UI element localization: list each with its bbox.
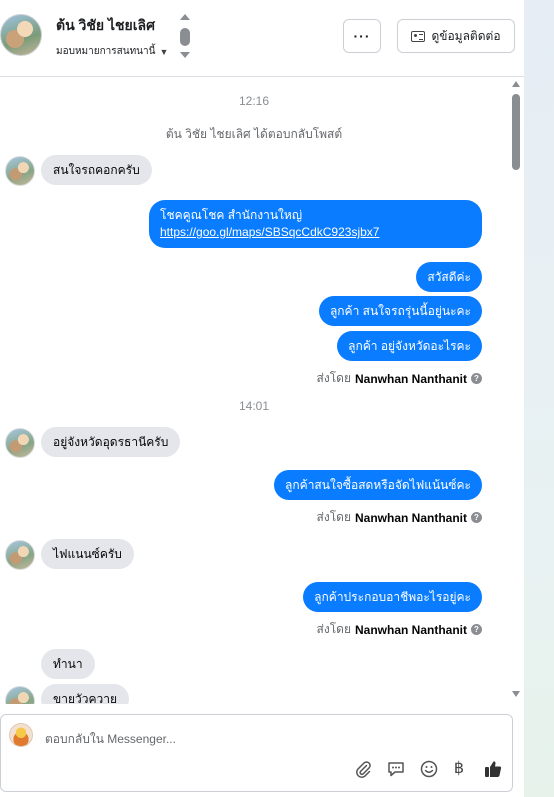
sent-by-name: Nanwhan Nanthanit xyxy=(354,622,467,637)
sender-avatar[interactable] xyxy=(5,156,35,186)
scroll-down-icon[interactable] xyxy=(512,691,520,697)
outgoing-message[interactable]: สวัสดีค่ะ xyxy=(416,262,482,292)
message-thread[interactable]: 12:16 ต้น วิชัย ไชยเลิศ ได้ตอบกลับโพสต์ … xyxy=(0,77,508,704)
outgoing-message[interactable]: ลูกค้า อยู่จังหวัดอะไรคะ xyxy=(337,331,482,361)
baht-icon[interactable]: ฿ xyxy=(449,759,469,779)
contact-name[interactable]: ต้น วิชัย ไชยเลิศ xyxy=(56,15,155,37)
timestamp: 12:16 xyxy=(238,94,270,108)
conversation-header: ต้น วิชัย ไชยเลิศ มอบหมายการสนทนานี้ ▼ ·… xyxy=(0,0,524,77)
sent-by-label: ส่งโดย Nanwhan Nanthanit ? xyxy=(317,369,482,388)
paperclip-icon[interactable] xyxy=(353,759,373,779)
outgoing-message[interactable]: ลูกค้าสนใจซื้อสดหรือจัดไฟแน้นซ์คะ xyxy=(274,470,482,500)
contact-avatar[interactable] xyxy=(0,14,42,56)
view-contact-label: ดูข้อมูลติดต่อ xyxy=(431,28,501,43)
toggle-handle-icon xyxy=(180,28,190,46)
sender-avatar[interactable] xyxy=(5,686,35,704)
outgoing-message[interactable]: ลูกค้าประกอบอาชีพอะไรอยู่คะ xyxy=(303,582,482,612)
chat-icon[interactable] xyxy=(386,759,406,779)
conversation-nav-toggle[interactable] xyxy=(178,14,192,60)
incoming-message[interactable]: ขายวัวควาย xyxy=(41,684,129,704)
timestamp: 14:01 xyxy=(238,399,270,413)
outgoing-message-link[interactable]: โชคคูณโชค สำนักงานใหญ่ https://goo.gl/ma… xyxy=(149,200,482,248)
more-options-button[interactable]: ··· xyxy=(343,19,381,53)
more-dots-icon: ··· xyxy=(353,28,371,44)
background-strip xyxy=(524,0,554,797)
sent-by-label: ส่งโดย Nanwhan Nanthanit ? xyxy=(317,620,482,639)
sent-by-label: ส่งโดย Nanwhan Nanthanit ? xyxy=(317,508,482,527)
message-composer[interactable]: ตอบกลับใน Messenger... ฿ xyxy=(0,714,513,792)
view-contact-button[interactable]: ดูข้อมูลติดต่อ xyxy=(397,19,515,53)
incoming-message[interactable]: อยู่จังหวัดอุดรธานีครับ xyxy=(41,427,181,457)
arrow-down-icon[interactable] xyxy=(180,52,190,58)
map-link[interactable]: https://goo.gl/maps/SBSqcCdkC923sjbx7 xyxy=(160,225,379,239)
page-avatar xyxy=(9,723,33,747)
assign-conversation-dropdown[interactable]: มอบหมายการสนทนานี้ ▼ xyxy=(56,44,168,59)
help-icon[interactable]: ? xyxy=(471,512,482,523)
contact-card-icon xyxy=(411,30,426,42)
conversation-panel: ต้น วิชัย ไชยเลิศ มอบหมายการสนทนานี้ ▼ ·… xyxy=(0,0,524,797)
sender-avatar[interactable] xyxy=(5,540,35,570)
caret-down-icon: ▼ xyxy=(159,46,169,57)
scroll-up-icon[interactable] xyxy=(512,81,520,87)
arrow-up-icon[interactable] xyxy=(180,14,190,20)
reply-input[interactable]: ตอบกลับใน Messenger... xyxy=(45,730,176,749)
thumbs-up-icon[interactable] xyxy=(483,759,503,779)
assign-label: มอบหมายการสนทนานี้ xyxy=(56,46,156,57)
location-name: โชคคูณโชค สำนักงานใหญ่ xyxy=(160,208,303,222)
help-icon[interactable]: ? xyxy=(471,373,482,384)
incoming-message[interactable]: ไฟแนนซ์ครับ xyxy=(41,539,134,569)
incoming-message[interactable]: สนใจรถคอกครับ xyxy=(41,155,152,185)
scrollbar-thumb[interactable] xyxy=(512,94,520,170)
thread-scrollbar[interactable] xyxy=(508,77,524,704)
sent-by-name: Nanwhan Nanthanit xyxy=(354,371,467,386)
incoming-message[interactable]: ทำนา xyxy=(41,649,95,679)
emoji-icon[interactable] xyxy=(419,759,439,779)
help-icon[interactable]: ? xyxy=(471,624,482,635)
sent-by-name: Nanwhan Nanthanit xyxy=(354,510,467,525)
sent-by-prefix: ส่งโดย xyxy=(316,510,351,524)
sent-by-prefix: ส่งโดย xyxy=(316,622,351,636)
sender-avatar[interactable] xyxy=(5,428,35,458)
sent-by-prefix: ส่งโดย xyxy=(316,371,351,385)
system-note: ต้น วิชัย ไชยเลิศ ได้ตอบกลับโพสต์ xyxy=(165,127,343,141)
outgoing-message[interactable]: ลูกค้า สนใจรถรุ่นนี้อยู่นะคะ xyxy=(318,296,482,326)
